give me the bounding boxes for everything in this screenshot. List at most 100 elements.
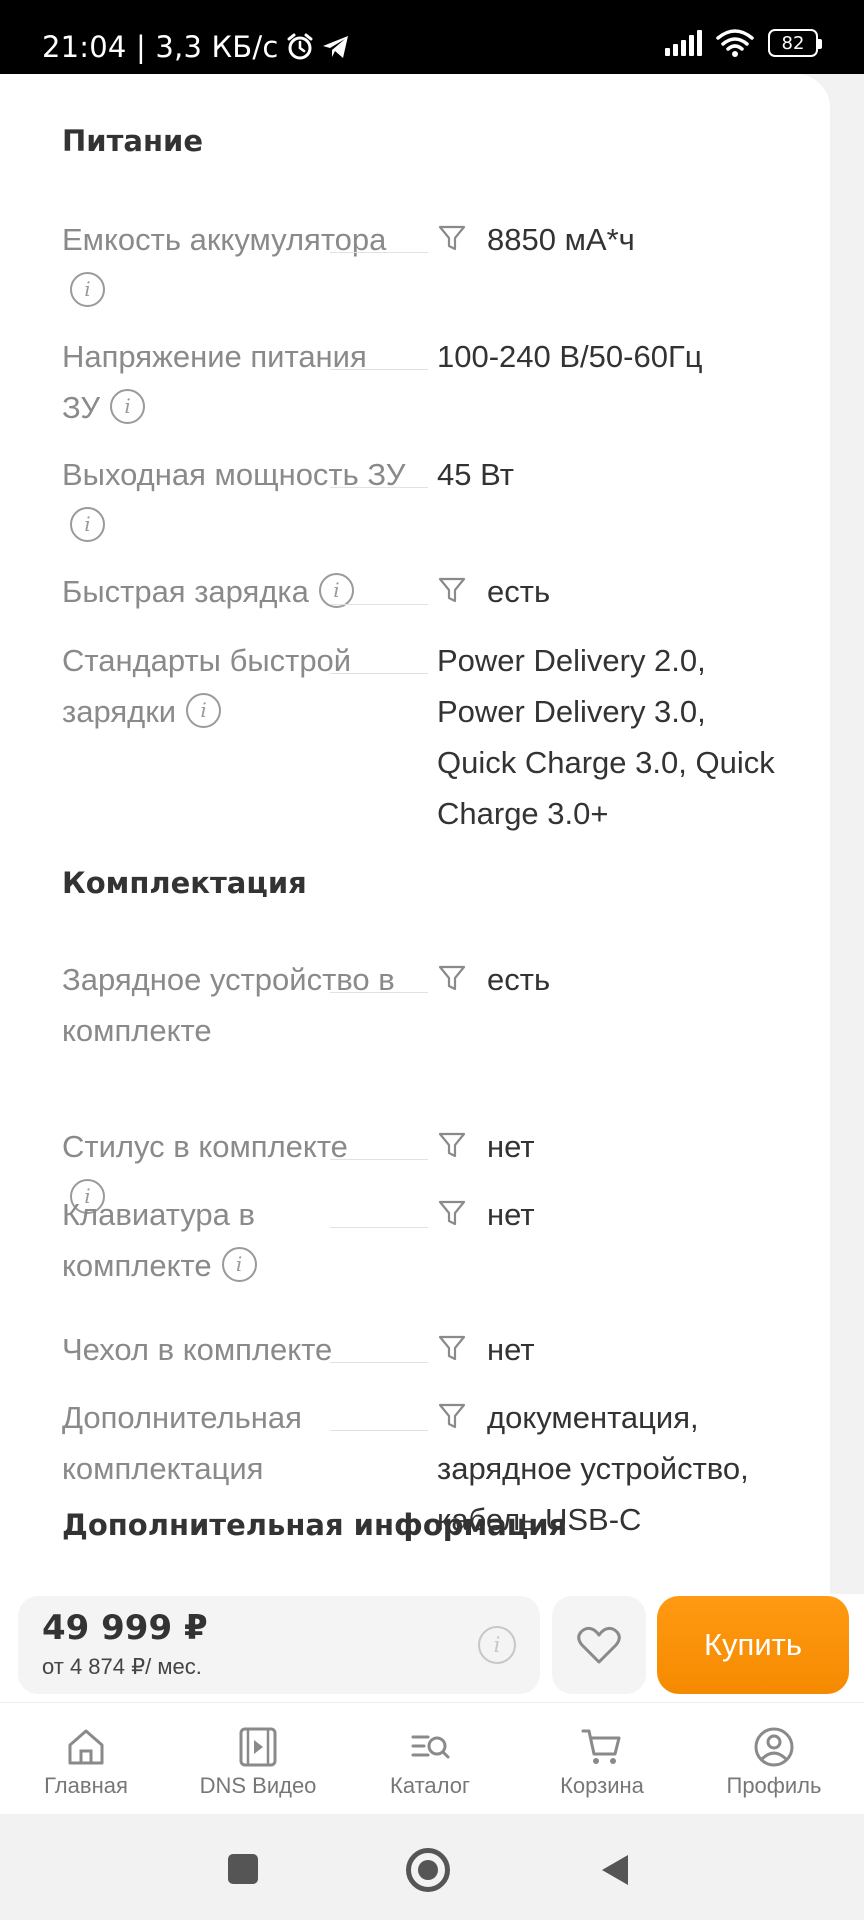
spec-label: Стандарты быстрой зарядки i — [62, 635, 436, 737]
spec-leader — [330, 1362, 428, 1363]
spec-label-line: комплекте — [62, 1013, 212, 1048]
spec-label-line: зарядки — [62, 694, 177, 729]
nav-home[interactable]: Главная — [0, 1703, 172, 1815]
cart-icon — [581, 1729, 621, 1764]
spec-value: 8850 мА*ч — [437, 214, 827, 265]
price-box: 49 999 ₽ от 4 874 ₽/ мес. i — [18, 1596, 540, 1694]
buy-button-label: Купить — [703, 1627, 802, 1662]
bottom-nav: Главная DNS Видео Каталог Корзина Профил… — [0, 1702, 864, 1814]
spec-label-line: Быстрая зарядка — [62, 574, 309, 609]
filter-icon[interactable] — [437, 1333, 467, 1363]
spec-label-line: Клавиатура в — [62, 1197, 255, 1232]
spec-value: нет — [437, 1189, 827, 1240]
filter-icon[interactable] — [437, 1401, 467, 1431]
info-icon[interactable]: i — [70, 507, 105, 543]
spec-value: 45 Вт — [437, 449, 827, 500]
spec-label-line: Стандарты быстрой — [62, 643, 352, 678]
back-button[interactable] — [598, 1852, 632, 1888]
spec-value-line: Power Delivery 3.0, — [437, 694, 706, 729]
nav-dns-video[interactable]: DNS Видео — [172, 1703, 344, 1815]
info-icon[interactable]: i — [186, 693, 222, 729]
status-time-speed: 21:04 | 3,3 КБ/с — [42, 30, 279, 64]
spec-label-line: Напряжение питания — [62, 339, 367, 374]
filter-icon[interactable] — [437, 1130, 467, 1160]
spec-value: есть — [437, 954, 827, 1005]
spec-value-line: Power Delivery 2.0, — [437, 643, 706, 678]
signal-icon — [665, 30, 702, 56]
nav-label: Главная — [44, 1773, 128, 1798]
nav-label: Каталог — [390, 1773, 470, 1798]
spec-label: Быстрая зарядка i — [62, 566, 436, 617]
profile-icon — [754, 1727, 794, 1767]
video-icon — [239, 1727, 277, 1767]
spec-leader — [330, 604, 428, 605]
nav-label: Профиль — [726, 1773, 822, 1798]
heart-icon — [577, 1626, 621, 1664]
spec-value: нет — [437, 1121, 827, 1172]
spec-value: Power Delivery 2.0, Power Delivery 3.0, Qu… — [437, 635, 827, 839]
filter-icon[interactable] — [437, 1198, 467, 1228]
spec-label-line: Дополнительная — [62, 1400, 302, 1435]
spec-label: Емкость аккумулятора i — [62, 214, 436, 316]
spec-value-line: 100-240 В/50-60Гц — [437, 339, 703, 374]
specs-card: Питание Емкость аккумулятора i 8850 мА*ч Нап… — [0, 74, 830, 1594]
home-icon — [68, 1729, 104, 1765]
status-left: 21:04 | 3,3 КБ/с — [42, 30, 351, 64]
spec-leader — [330, 673, 428, 674]
info-icon[interactable]: i — [221, 1247, 257, 1283]
content-area[interactable]: Питание Емкость аккумулятора i 8850 мА*ч Нап… — [0, 74, 864, 1594]
spec-label-line: комплектация — [62, 1451, 264, 1486]
info-icon[interactable]: i — [70, 272, 105, 308]
spec-leader — [330, 369, 428, 370]
spec-value-line: 45 Вт — [437, 457, 514, 492]
spec-value-line: Charge 3.0+ — [437, 796, 609, 831]
status-bar: 21:04 | 3,3 КБ/с 82 — [0, 0, 864, 74]
favorite-button[interactable] — [552, 1596, 646, 1694]
filter-icon[interactable] — [437, 223, 467, 253]
buy-button[interactable]: Купить — [657, 1596, 849, 1694]
spec-value-line: нет — [487, 1129, 535, 1164]
spec-value-line: нет — [487, 1332, 535, 1367]
spec-value-line: есть — [487, 962, 551, 997]
nav-cart[interactable]: Корзина — [516, 1703, 688, 1815]
status-right: 82 — [665, 28, 822, 58]
section-title: Комплектация — [62, 866, 307, 900]
spec-leader — [330, 252, 428, 253]
spec-value-line: нет — [487, 1197, 535, 1232]
spec-label: Зарядное устройство в комплекте — [62, 954, 436, 1056]
filter-icon[interactable] — [437, 575, 467, 605]
spec-leader — [330, 1430, 428, 1431]
spec-value-line: Quick Charge 3.0, Quick — [437, 745, 775, 780]
spec-label-line: Стилус в комплекте — [62, 1129, 348, 1164]
system-nav — [0, 1814, 864, 1920]
spec-value-line: зарядное устройство, — [437, 1451, 749, 1486]
telegram-icon — [322, 36, 348, 58]
spec-value: 100-240 В/50-60Гц — [437, 331, 827, 382]
home-system-button[interactable] — [406, 1848, 450, 1892]
purchase-bar: 49 999 ₽ от 4 874 ₽/ мес. i Купить — [0, 1594, 864, 1702]
spec-label: Выходная мощность ЗУ i — [62, 449, 436, 551]
nav-catalog[interactable]: Каталог — [344, 1703, 516, 1815]
spec-label-line: Чехол в комплекте — [62, 1332, 333, 1367]
section-title: Дополнительная информация — [62, 1508, 568, 1542]
battery-indicator: 82 — [768, 29, 822, 57]
spec-label: Клавиатура в комплекте i — [62, 1189, 436, 1291]
nav-profile[interactable]: Профиль — [688, 1703, 860, 1815]
wifi-icon — [716, 29, 754, 57]
spec-label-line: комплекте — [62, 1248, 212, 1283]
price-info-icon[interactable]: i — [478, 1626, 516, 1664]
recents-button[interactable] — [228, 1854, 258, 1884]
spec-leader — [330, 487, 428, 488]
info-icon[interactable]: i — [110, 389, 146, 425]
spec-leader — [330, 992, 428, 993]
filter-icon[interactable] — [437, 963, 467, 993]
spec-value-line: 8850 мА*ч — [487, 222, 635, 257]
spec-value: есть — [437, 566, 827, 617]
spec-leader — [330, 1159, 428, 1160]
catalog-icon — [411, 1735, 450, 1759]
spec-label: Дополнительная комплектация — [62, 1392, 436, 1494]
spec-value: нет — [437, 1324, 827, 1375]
credit-price: от 4 874 ₽/ мес. — [42, 1654, 202, 1679]
section-title: Питание — [62, 124, 203, 158]
spec-label: Чехол в комплекте — [62, 1324, 436, 1375]
